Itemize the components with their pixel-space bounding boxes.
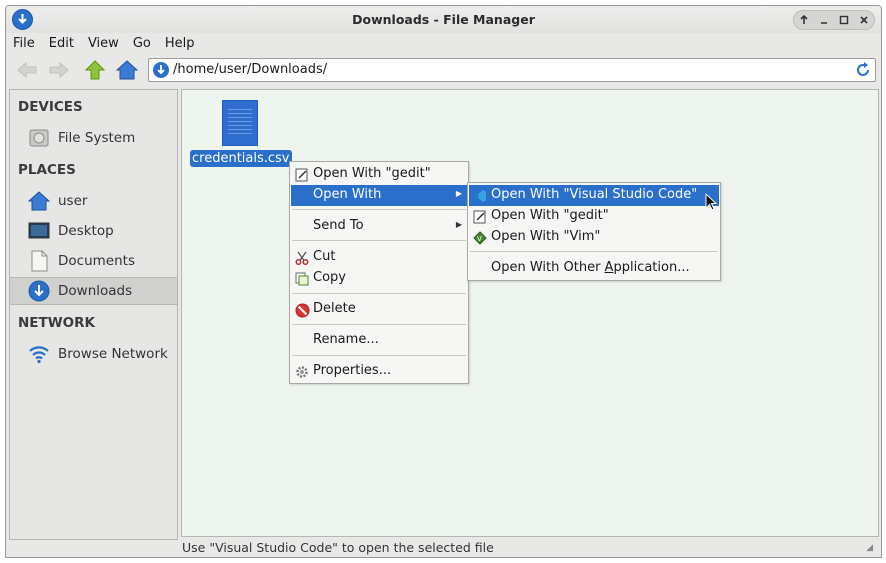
location-path: /home/user/Downloads/	[173, 62, 328, 77]
menu-item-open-with-vscode[interactable]: Open With "Visual Studio Code"	[469, 185, 719, 206]
downloads-icon	[27, 279, 51, 303]
scissors-icon	[294, 250, 310, 266]
window-controls	[793, 10, 875, 30]
menu-item-open-with-vim[interactable]: V Open With "Vim"	[469, 227, 719, 248]
gedit-icon	[472, 209, 488, 225]
location-bar[interactable]: /home/user/Downloads/	[148, 58, 876, 82]
sidebar-item-browse-network[interactable]: Browse Network	[10, 340, 177, 368]
back-button[interactable]	[14, 58, 40, 82]
status-text: Use "Visual Studio Code" to open the sel…	[182, 540, 494, 555]
delete-icon	[294, 302, 310, 318]
vscode-icon	[472, 188, 488, 204]
sidebar-item-file-system[interactable]: File System	[10, 124, 177, 152]
desktop-icon	[27, 219, 51, 243]
menu-item-properties[interactable]: Properties...	[291, 361, 467, 382]
menu-go[interactable]: Go	[126, 33, 158, 55]
file-name-label[interactable]: credentials.csv	[190, 150, 292, 167]
menu-item-open-with-other[interactable]: Open With Other Application...	[469, 258, 719, 279]
menu-item-cut[interactable]: Cut	[291, 247, 467, 268]
submenu-arrow-icon: ▶	[455, 189, 462, 198]
open-with-submenu: Open With "Visual Studio Code" Open With…	[467, 182, 721, 281]
context-menu: Open With "gedit" Open With ▶ Send To ▶ …	[289, 161, 469, 384]
reload-icon[interactable]	[854, 61, 872, 79]
mouse-cursor-icon	[705, 192, 719, 213]
sidebar-item-label: File System	[58, 130, 136, 146]
home-button[interactable]	[114, 58, 140, 82]
vim-icon: V	[472, 230, 488, 246]
file-view[interactable]: credentials.csv	[181, 89, 879, 537]
sidebar-item-desktop[interactable]: Desktop	[10, 217, 177, 245]
close-button[interactable]	[856, 12, 872, 28]
menu-view[interactable]: View	[81, 33, 126, 55]
drive-icon	[27, 126, 51, 150]
menu-item-copy[interactable]: Copy	[291, 268, 467, 289]
submenu-arrow-icon: ▶	[455, 220, 462, 229]
menu-file[interactable]: File	[6, 33, 42, 55]
minimize-button[interactable]	[816, 12, 832, 28]
shade-button[interactable]	[796, 12, 812, 28]
svg-text:V: V	[477, 235, 482, 243]
home-icon	[27, 189, 51, 213]
sidebar-item-label: Browse Network	[58, 346, 168, 362]
status-bar: Use "Visual Studio Code" to open the sel…	[6, 537, 881, 557]
wifi-icon	[27, 342, 51, 366]
sidebar-item-user[interactable]: user	[10, 187, 177, 215]
maximize-button[interactable]	[836, 12, 852, 28]
devices-header: DEVICES	[18, 99, 83, 115]
menu-bar: File Edit View Go Help	[6, 33, 881, 55]
menu-item-open-with-gedit[interactable]: Open With "gedit"	[291, 164, 467, 185]
title-bar: Downloads - File Manager	[6, 6, 881, 33]
menu-item-rename[interactable]: Rename...	[291, 330, 467, 351]
downloads-icon	[153, 62, 169, 78]
sidebar-item-downloads[interactable]: Downloads	[10, 277, 177, 305]
menu-item-open-with-gedit[interactable]: Open With "gedit"	[469, 206, 719, 227]
sidebar: DEVICES File System PLACES user Desktop …	[9, 89, 178, 540]
window-title: Downloads - File Manager	[352, 12, 535, 27]
menu-item-open-with[interactable]: Open With ▶	[291, 185, 467, 206]
toolbar: /home/user/Downloads/	[6, 56, 881, 84]
sidebar-item-label: Desktop	[58, 223, 114, 239]
documents-icon	[27, 249, 51, 273]
menu-edit[interactable]: Edit	[42, 33, 81, 55]
network-header: NETWORK	[18, 315, 95, 331]
gedit-icon	[294, 167, 310, 183]
sidebar-item-label: Downloads	[58, 283, 133, 299]
forward-button[interactable]	[46, 58, 72, 82]
menu-item-send-to[interactable]: Send To ▶	[291, 216, 467, 237]
menu-help[interactable]: Help	[158, 33, 202, 55]
sidebar-item-label: Documents	[58, 253, 135, 269]
copy-icon	[294, 271, 310, 287]
resize-grip[interactable]: ◢	[866, 543, 873, 553]
gear-icon	[294, 364, 310, 380]
places-header: PLACES	[18, 162, 76, 178]
sidebar-item-documents[interactable]: Documents	[10, 247, 177, 275]
menu-item-delete[interactable]: Delete	[291, 299, 467, 320]
text-file-icon[interactable]	[222, 100, 258, 146]
up-button[interactable]	[82, 58, 108, 82]
sidebar-item-label: user	[58, 193, 88, 209]
